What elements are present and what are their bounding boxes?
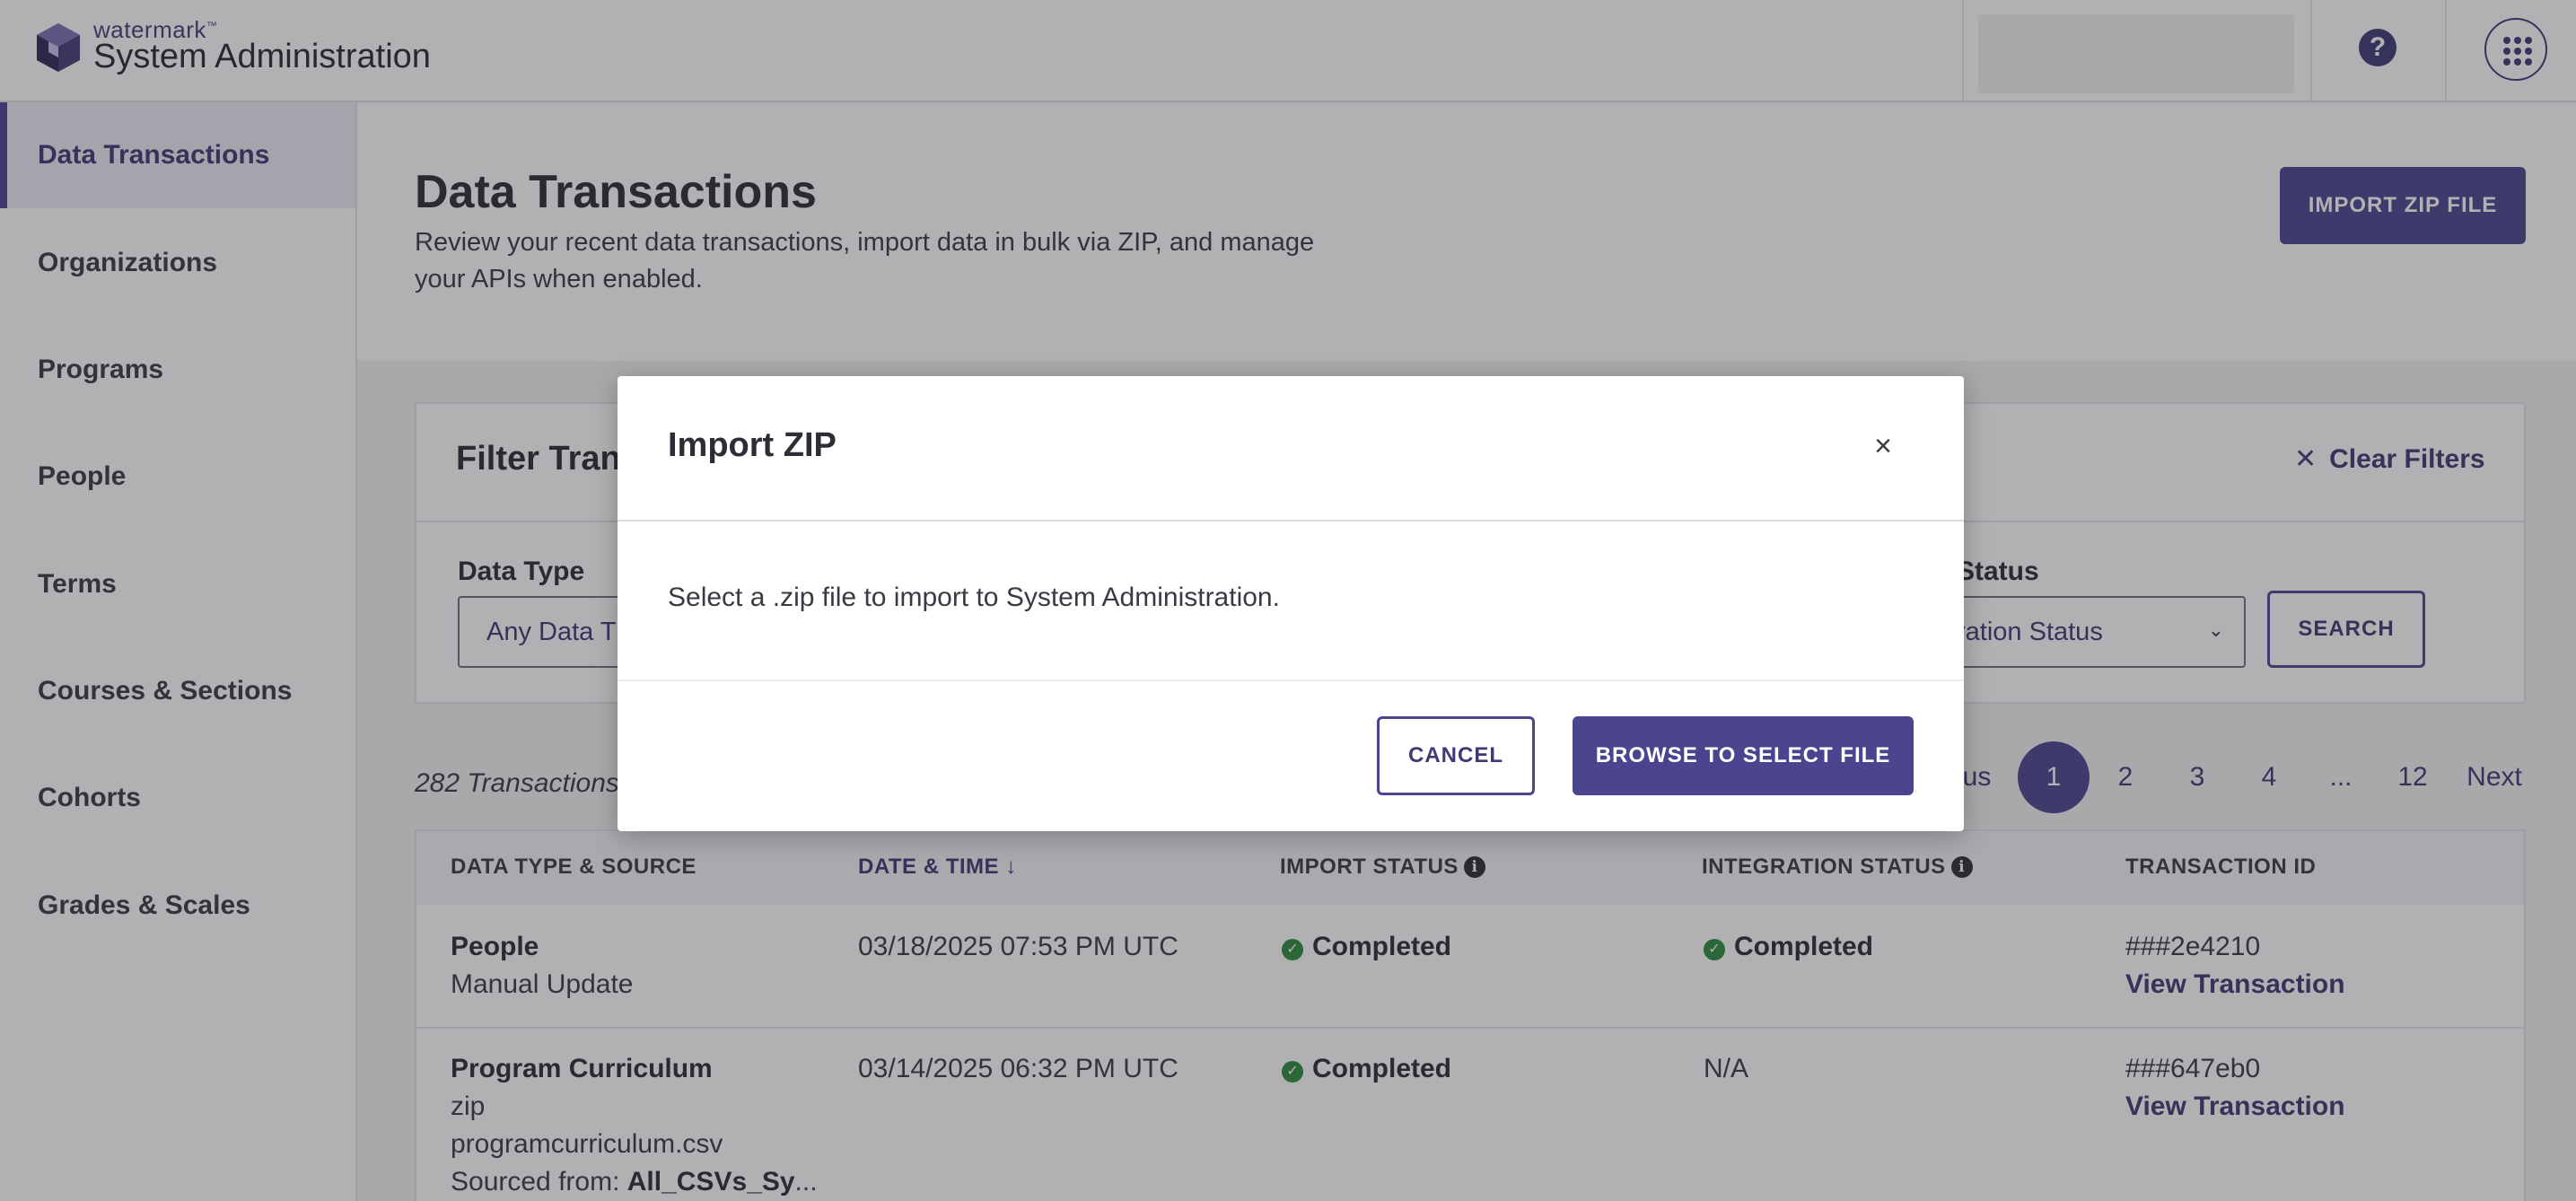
close-icon[interactable]: × <box>1865 428 1901 464</box>
cancel-button[interactable]: CANCEL <box>1377 716 1535 795</box>
import-zip-dialog: Import ZIP × Select a .zip file to impor… <box>618 376 1964 831</box>
dialog-message: Select a .zip file to import to System A… <box>668 583 1280 612</box>
dialog-title: Import ZIP <box>668 426 837 464</box>
divider <box>618 679 1964 681</box>
divider <box>618 520 1964 522</box>
browse-to-select-file-button[interactable]: BROWSE TO SELECT FILE <box>1573 716 1914 795</box>
